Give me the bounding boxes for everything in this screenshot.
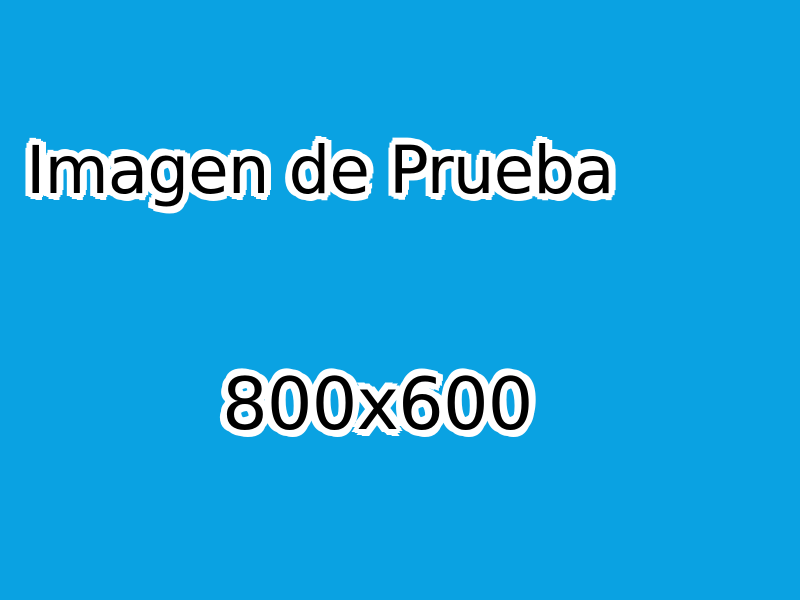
test-image-dimensions: 800x600 [222,362,533,446]
test-image-title: Imagen de Prueba [26,132,615,209]
test-image-canvas: Imagen de Prueba 800x600 [0,0,800,600]
